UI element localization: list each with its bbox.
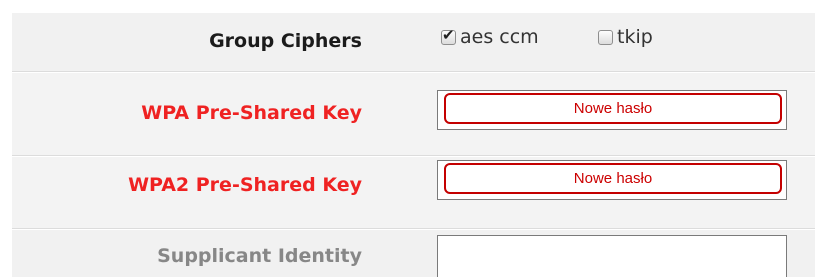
tkip-label: tkip [617,26,653,48]
wireless-security-form: Group Ciphers ✔ aes ccm tkip WPA Pre-Sha… [0,0,815,277]
wpa-psk-label: WPA Pre-Shared Key [141,102,362,124]
aes-ccm-label: aes ccm [460,26,539,48]
tkip-checkbox[interactable] [598,29,613,45]
supplicant-identity-input[interactable] [437,235,787,277]
group-ciphers-label: Group Ciphers [209,30,362,52]
aes-ccm-option[interactable]: ✔ aes ccm [441,26,539,48]
wpa-psk-annotation: Nowe hasło [444,93,782,124]
wpa-psk-input[interactable]: Nowe hasło [437,90,787,130]
aes-ccm-checkbox[interactable]: ✔ [441,26,456,45]
group-ciphers-row: Group Ciphers ✔ aes ccm tkip [12,13,815,72]
supplicant-identity-label: Supplicant Identity [157,245,362,267]
wpa-psk-row: WPA Pre-Shared Key Nowe hasło [12,73,815,156]
wpa2-psk-input[interactable]: Nowe hasło [437,160,787,200]
checkmark-icon: ✔ [442,25,455,44]
wpa2-psk-row: WPA2 Pre-Shared Key Nowe hasło [12,157,815,229]
supplicant-identity-row: Supplicant Identity [12,230,815,277]
wpa2-psk-label: WPA2 Pre-Shared Key [128,174,362,196]
wpa2-psk-annotation: Nowe hasło [444,163,782,194]
tkip-option[interactable]: tkip [598,26,653,48]
